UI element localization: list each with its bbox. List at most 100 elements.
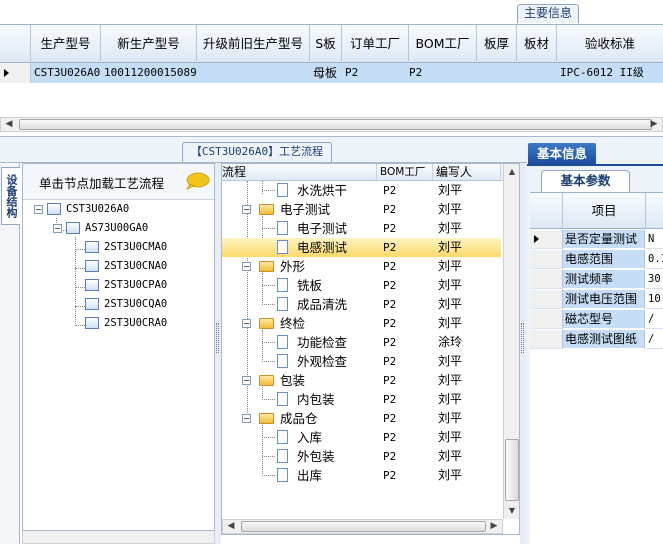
flow-row[interactable]: 功能检查 P2 涂玲 <box>222 333 501 352</box>
hscroll-thumb[interactable] <box>19 119 652 130</box>
tree-bottom-bar <box>22 531 215 544</box>
flow-grid-vscrollbar[interactable]: ▲ ▼ <box>503 164 519 519</box>
flow-row[interactable]: − 终检 P2 刘平 <box>222 314 501 333</box>
col-writer[interactable]: 编写人 <box>433 164 501 181</box>
param-name[interactable]: 磁芯型号 <box>563 310 645 329</box>
flow-row[interactable]: − 成品仓 P2 刘平 <box>222 409 501 428</box>
tree-node[interactable]: − CST3U026A0 <box>34 200 129 218</box>
col-acceptance[interactable]: 验收标准 <box>557 25 663 63</box>
main-info-grid: 生产型号 新生产型号 升级前旧生产型号 S板 订单工厂 BOM工厂 板厚 板材 … <box>0 24 663 83</box>
col-order-factory[interactable]: 订单工厂 <box>342 25 409 63</box>
node-icon <box>85 241 99 253</box>
param-name[interactable]: 电感测试图纸 <box>563 330 645 349</box>
param-value[interactable]: 10. <box>646 290 663 309</box>
scroll-up-arrow-icon[interactable]: ▲ <box>504 164 520 180</box>
row-indicator <box>530 290 563 309</box>
flow-row[interactable]: 铣板 P2 刘平 <box>222 276 501 295</box>
top-grid-hscrollbar[interactable]: ◀ ▶ <box>0 117 663 132</box>
collapse-icon[interactable]: − <box>242 262 251 271</box>
col-new-model[interactable]: 新生产型号 <box>101 25 197 63</box>
current-row-indicator <box>530 230 563 249</box>
col-item[interactable]: 项目 <box>563 193 646 229</box>
flow-row[interactable]: 入库 P2 刘平 <box>222 428 501 447</box>
scroll-right-arrow-icon[interactable]: ▶ <box>486 520 502 533</box>
tree-node[interactable]: 2ST3U0CMA0 <box>85 238 167 256</box>
flow-grid-hscrollbar[interactable]: ◀ ▶ <box>222 519 503 534</box>
tree-node[interactable]: − AS73U00GA0 <box>53 219 148 237</box>
tree-node[interactable]: 2ST3U0CQA0 <box>85 295 167 313</box>
tab-basic-info[interactable]: 基本信息 <box>528 143 596 164</box>
col-s-board[interactable]: S板 <box>310 25 342 63</box>
flow-row[interactable]: − 电子测试 P2 刘平 <box>222 200 501 219</box>
folder-icon <box>259 318 274 329</box>
col-bom-factory[interactable]: BOM工厂 <box>377 164 433 181</box>
flow-row[interactable]: 水洗烘干 P2 刘平 <box>222 181 501 200</box>
col-material[interactable]: 板材 <box>517 25 557 63</box>
col-thickness[interactable]: 板厚 <box>477 25 517 63</box>
current-row-indicator <box>0 63 31 83</box>
param-name[interactable]: 测试电压范围 <box>563 290 645 309</box>
tree-node[interactable]: 2ST3U0CRA0 <box>85 314 167 332</box>
collapse-icon[interactable]: − <box>242 205 251 214</box>
flow-row[interactable]: 电子测试 P2 刘平 <box>222 219 501 238</box>
scroll-right-arrow-icon[interactable]: ▶ <box>646 118 662 131</box>
scroll-left-arrow-icon[interactable]: ◀ <box>1 118 17 131</box>
tab-equipment-structure[interactable]: 设备结构 <box>1 167 20 225</box>
collapse-icon[interactable]: − <box>53 223 62 233</box>
collapse-icon[interactable]: − <box>242 414 251 423</box>
param-value[interactable]: 30. <box>646 270 663 289</box>
grip-icon <box>521 323 524 353</box>
param-value[interactable]: / <box>646 310 663 329</box>
grip-icon <box>216 323 219 353</box>
flow-row[interactable]: − 包装 P2 刘平 <box>222 371 501 390</box>
flow-row[interactable]: 外观检查 P2 刘平 <box>222 352 501 371</box>
col-production-model[interactable]: 生产型号 <box>31 25 101 63</box>
cell-acceptance[interactable]: IPC-6012 II级 <box>557 63 663 83</box>
param-value[interactable]: 0.1 <box>646 250 663 269</box>
hscroll-thumb[interactable] <box>241 521 486 532</box>
vscroll-thumb[interactable] <box>505 439 519 501</box>
flow-row[interactable]: − 外形 P2 刘平 <box>222 257 501 276</box>
col-process[interactable]: 流程 <box>222 164 377 181</box>
col-bom-factory[interactable]: BOM工厂 <box>409 25 477 63</box>
cell-production-model[interactable]: CST3U026A0 <box>31 63 101 83</box>
scroll-down-arrow-icon[interactable]: ▼ <box>504 503 520 519</box>
param-name[interactable]: 是否定量测试 <box>563 230 645 249</box>
cell-s-board[interactable]: 母板 <box>310 63 342 83</box>
flow-row[interactable]: 外包装 P2 刘平 <box>222 447 501 466</box>
process-step-icon <box>277 297 288 311</box>
process-step-icon <box>277 430 288 444</box>
table-row[interactable]: CST3U026A0 10011200015089 母板 P2 P2 IPC-6… <box>0 63 663 83</box>
right-splitter[interactable] <box>520 163 527 544</box>
flow-row-selected[interactable]: 电感测试 P2 刘平 <box>222 238 501 257</box>
param-value[interactable]: N <box>646 230 663 249</box>
flow-row[interactable]: 内包装 P2 刘平 <box>222 390 501 409</box>
cell-order-factory[interactable]: P2 <box>342 63 409 83</box>
cell-material[interactable] <box>517 63 557 83</box>
scroll-left-arrow-icon[interactable]: ◀ <box>223 520 239 533</box>
row-indicator <box>530 310 563 329</box>
param-value[interactable]: / <box>646 330 663 349</box>
cell-old-model[interactable] <box>197 63 310 83</box>
param-name[interactable]: 电感范围 <box>563 250 645 269</box>
cell-thickness[interactable] <box>477 63 517 83</box>
param-name[interactable]: 测试频率 <box>563 270 645 289</box>
tree-node[interactable]: 2ST3U0CNA0 <box>85 257 167 275</box>
process-step-icon <box>277 183 288 197</box>
process-step-icon <box>277 221 288 235</box>
flow-row[interactable]: 成品清洗 P2 刘平 <box>222 295 501 314</box>
collapse-icon[interactable]: − <box>242 376 251 385</box>
cell-new-model[interactable]: 10011200015089 <box>101 63 197 83</box>
flow-row[interactable]: 出库 P2 刘平 <box>222 466 501 485</box>
main-info-title: 主要信息 <box>517 4 579 23</box>
cell-bom-factory[interactable]: P2 <box>406 63 474 83</box>
tab-basic-params[interactable]: 基本参数 <box>541 170 630 192</box>
tree-node[interactable]: 2ST3U0CPA0 <box>85 276 167 294</box>
process-step-icon <box>277 392 288 406</box>
flow-grid-header: 流程 BOM工厂 编写人 <box>222 164 519 181</box>
node-icon <box>85 279 99 291</box>
collapse-icon[interactable]: − <box>242 319 251 328</box>
collapse-icon[interactable]: − <box>34 204 43 214</box>
folder-icon <box>259 375 274 386</box>
col-old-model[interactable]: 升级前旧生产型号 <box>197 25 310 63</box>
